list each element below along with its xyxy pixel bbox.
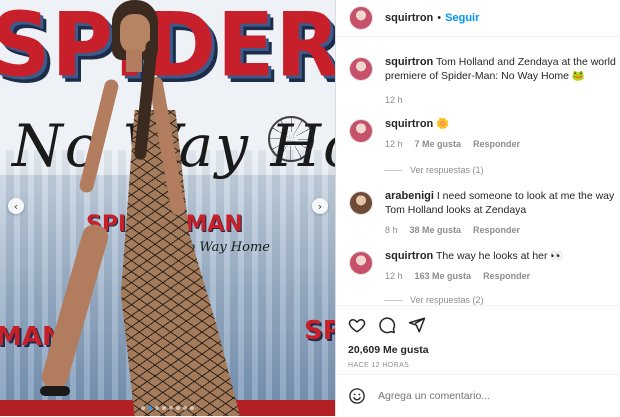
- caption-username[interactable]: squirtron: [385, 56, 433, 68]
- avatar[interactable]: [349, 191, 373, 215]
- comment-likes[interactable]: 163 Me gusta: [415, 269, 472, 283]
- separator-dot: •: [437, 12, 442, 24]
- person-in-gown: [0, 0, 335, 416]
- chevron-left-icon: ‹: [13, 199, 19, 213]
- neck: [126, 50, 142, 72]
- comment-meta: 12 h 163 Me gusta Responder: [385, 269, 620, 283]
- comment-text: squirtron The way he looks at her 👀: [385, 249, 620, 263]
- caption-text: squirtron Tom Holland and Zendaya at the…: [385, 55, 620, 83]
- follow-button[interactable]: Seguir: [445, 12, 479, 24]
- comment-text: squirtron 🌼: [385, 117, 620, 131]
- carousel-prev-button[interactable]: ‹: [8, 198, 24, 214]
- add-comment-bar: [336, 374, 620, 417]
- view-replies-button[interactable]: Ver respuestas (2): [384, 295, 484, 305]
- smile-icon[interactable]: [348, 387, 366, 405]
- carousel-next-button[interactable]: ›: [312, 198, 328, 214]
- view-replies-label: Ver respuestas (2): [410, 295, 484, 305]
- carousel-dot: [155, 406, 159, 410]
- comment-item: arabenigi I need someone to look at me t…: [349, 189, 620, 237]
- carousel-dot: [183, 406, 187, 410]
- view-replies-label: Ver respuestas (1): [410, 165, 484, 175]
- post-photo[interactable]: SPIDER-MAN No Way Home SPIDER-MAN No Way…: [0, 0, 335, 416]
- share-icon[interactable]: [408, 316, 426, 334]
- action-icons: [348, 316, 426, 334]
- caption-time[interactable]: 12 h: [385, 93, 403, 107]
- carousel-dot: [148, 406, 152, 410]
- comment-meta: 8 h 38 Me gusta Responder: [385, 223, 620, 237]
- comment-username[interactable]: squirtron: [385, 118, 433, 130]
- comment-time[interactable]: 8 h: [385, 223, 398, 237]
- post-timestamp[interactable]: HACE 12 HORAS: [348, 362, 409, 369]
- heart-icon[interactable]: [348, 316, 366, 334]
- avatar[interactable]: [349, 57, 373, 81]
- likes-count[interactable]: 20,609 Me gusta: [348, 344, 429, 356]
- comment-username[interactable]: arabenigi: [385, 190, 434, 202]
- carousel-dot: [190, 406, 194, 410]
- carousel-dot: [169, 406, 173, 410]
- view-replies-button[interactable]: Ver respuestas (1): [384, 165, 484, 175]
- reply-button[interactable]: Responder: [483, 269, 530, 283]
- caption-meta: 12 h: [385, 93, 620, 107]
- avatar[interactable]: [349, 119, 373, 143]
- avatar[interactable]: [349, 6, 373, 30]
- carousel-indicator: [0, 406, 335, 410]
- carousel-dot: [176, 406, 180, 410]
- comment-text: arabenigi I need someone to look at me t…: [385, 189, 620, 217]
- replies-line: [384, 299, 402, 301]
- comment-item: squirtron The way he looks at her 👀 12 h…: [349, 249, 620, 283]
- comment-username[interactable]: squirtron: [385, 250, 433, 262]
- comment-icon[interactable]: [378, 316, 396, 334]
- chevron-right-icon: ›: [317, 199, 323, 213]
- carousel-dot: [162, 406, 166, 410]
- reply-button[interactable]: Responder: [473, 223, 520, 237]
- add-comment-input[interactable]: [376, 389, 600, 403]
- comments-list: squirtron Tom Holland and Zendaya at the…: [336, 37, 620, 305]
- shoe: [40, 386, 70, 396]
- comment-time[interactable]: 12 h: [385, 269, 403, 283]
- leg: [39, 221, 111, 393]
- caption: squirtron Tom Holland and Zendaya at the…: [349, 55, 620, 107]
- instagram-post-dialog: SPIDER-MAN No Way Home SPIDER-MAN No Way…: [0, 0, 620, 416]
- post-header: squirtron • Seguir: [336, 0, 620, 37]
- comment-likes[interactable]: 38 Me gusta: [410, 223, 462, 237]
- carousel-dot: [141, 406, 145, 410]
- comment-body: The way he looks at her 👀: [436, 250, 564, 262]
- comment-body: 🌼: [436, 118, 450, 130]
- comment-time[interactable]: 12 h: [385, 137, 403, 151]
- replies-line: [384, 169, 402, 171]
- reply-button[interactable]: Responder: [473, 137, 520, 151]
- post-side-panel: squirtron • Seguir squirtron Tom Holland…: [335, 0, 620, 416]
- comment-likes[interactable]: 7 Me gusta: [415, 137, 462, 151]
- comment-item: squirtron 🌼 12 h 7 Me gusta Responder: [349, 117, 620, 151]
- avatar[interactable]: [349, 251, 373, 275]
- comment-meta: 12 h 7 Me gusta Responder: [385, 137, 620, 151]
- header-username[interactable]: squirtron: [385, 12, 433, 24]
